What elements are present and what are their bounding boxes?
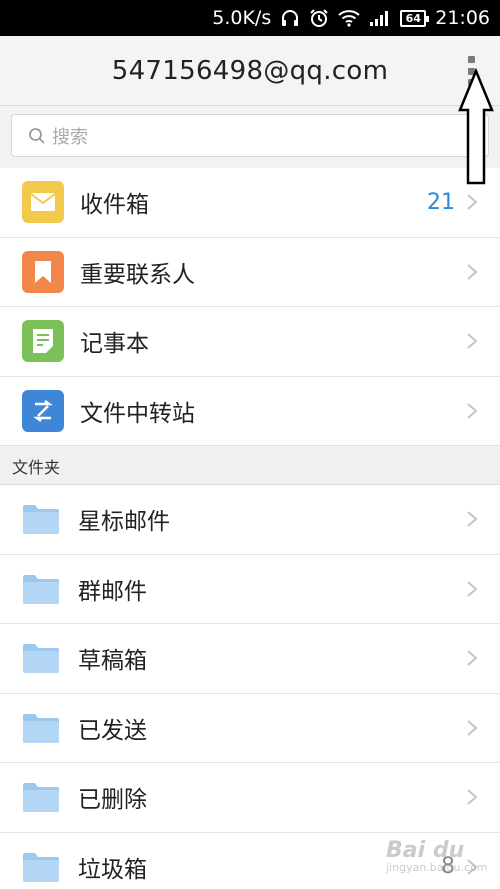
watermark-sub: jingyan.baidu.com — [386, 861, 488, 874]
clock: 21:06 — [435, 7, 490, 29]
inbox-label: 收件箱 — [80, 192, 149, 219]
app-header: 547156498@qq.com — [0, 36, 500, 106]
folder-label: 群邮件 — [78, 578, 147, 605]
battery-level: 64 — [405, 11, 421, 25]
folder-icon — [23, 713, 59, 743]
chevron-right-icon — [467, 580, 478, 597]
search-input[interactable]: 搜索 — [11, 114, 489, 157]
signal-icon — [369, 7, 391, 29]
sent-folder-item[interactable]: 已发送 — [0, 693, 500, 763]
search-icon — [29, 127, 45, 144]
annotation-arrow-icon — [458, 68, 494, 185]
chevron-right-icon — [467, 511, 478, 528]
folder-icon — [23, 505, 59, 535]
folder-icon — [23, 783, 59, 813]
file-transfer-item[interactable]: 文件中转站 — [0, 376, 500, 446]
file-transfer-label: 文件中转站 — [80, 400, 195, 427]
folder-label: 已删除 — [78, 787, 147, 814]
notepad-item[interactable]: 记事本 — [0, 307, 500, 377]
inbox-item[interactable]: 收件箱 21 — [0, 168, 500, 238]
notepad-label: 记事本 — [80, 331, 149, 358]
folder-label: 草稿箱 — [78, 648, 147, 675]
search-placeholder: 搜索 — [52, 126, 88, 148]
folder-icon — [23, 852, 59, 882]
folder-label: 已发送 — [78, 717, 147, 744]
important-contacts-item[interactable]: 重要联系人 — [0, 237, 500, 307]
network-speed: 5.0K/s — [212, 7, 272, 29]
chevron-right-icon — [467, 263, 478, 280]
wifi-icon — [338, 7, 360, 29]
bookmark-icon — [22, 250, 64, 293]
alarm-icon — [309, 7, 329, 29]
drafts-folder-item[interactable]: 草稿箱 — [0, 624, 500, 694]
folders-list: 星标邮件 群邮件 草稿箱 已发送 已删除 垃圾箱 8 — [0, 485, 500, 889]
account-title: 547156498@qq.com — [111, 55, 389, 86]
envelope-icon — [22, 181, 64, 224]
important-contacts-label: 重要联系人 — [80, 261, 195, 288]
watermark-logo: Bai du jingyan.baidu.com — [386, 838, 488, 874]
chevron-right-icon — [467, 789, 478, 806]
headphones-icon — [280, 7, 300, 29]
chevron-right-icon — [467, 719, 478, 736]
transfer-icon — [22, 389, 64, 432]
chevron-right-icon — [467, 650, 478, 667]
chevron-right-icon — [467, 402, 478, 419]
starred-folder-item[interactable]: 星标邮件 — [0, 485, 500, 555]
note-icon — [22, 320, 64, 363]
folders-section-title: 文件夹 — [0, 447, 500, 485]
chevron-right-icon — [467, 333, 478, 350]
status-bar: 5.0K/s 64 21:06 — [0, 0, 500, 36]
inbox-count: 21 — [427, 189, 455, 215]
chevron-right-icon — [467, 194, 478, 211]
deleted-folder-item[interactable]: 已删除 — [0, 763, 500, 833]
main-list: 收件箱 21 重要联系人 记事本 文件中转站 — [0, 168, 500, 446]
battery-icon: 64 — [400, 9, 430, 27]
folder-label: 垃圾箱 — [78, 856, 147, 883]
folder-icon — [23, 574, 59, 604]
group-mail-folder-item[interactable]: 群邮件 — [0, 554, 500, 624]
watermark-brand: Bai du — [386, 838, 465, 863]
folder-icon — [23, 644, 59, 674]
folder-label: 星标邮件 — [78, 509, 170, 536]
search-bar-container: 搜索 — [0, 106, 500, 168]
